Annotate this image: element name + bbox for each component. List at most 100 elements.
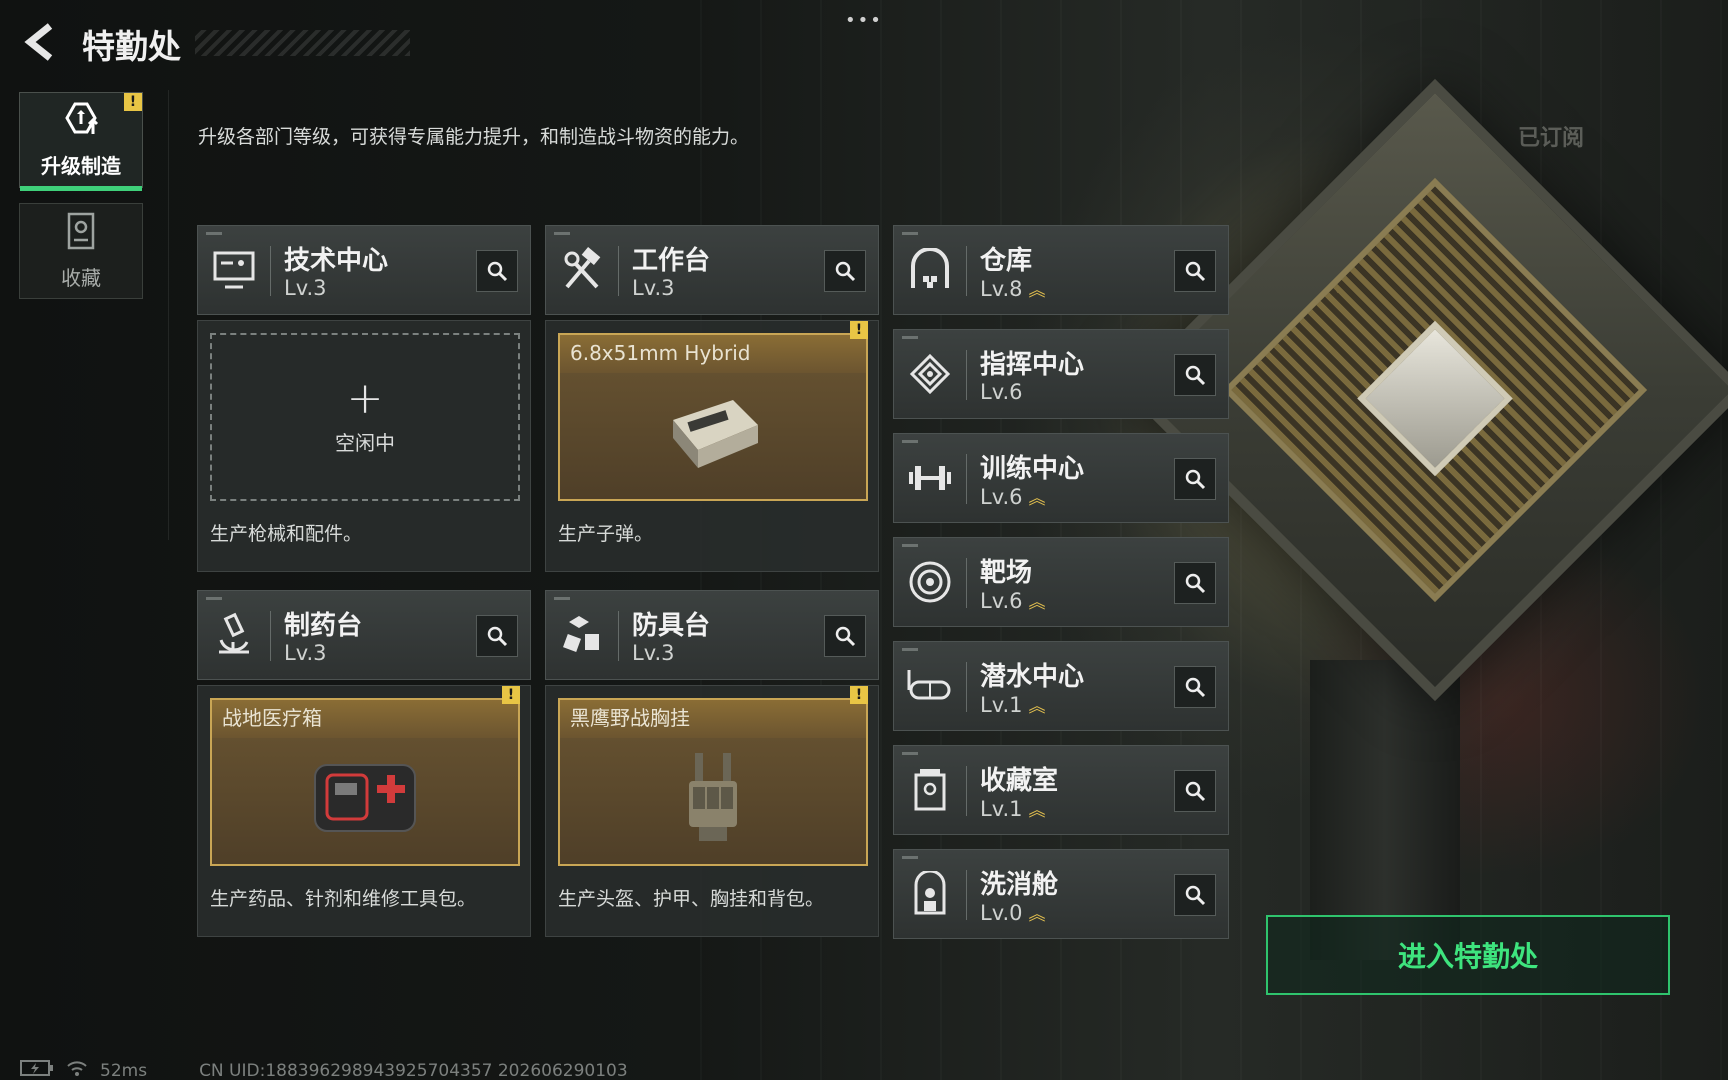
department-name: 仓库	[980, 246, 1033, 276]
sidebar-tab-collection[interactable]: 收藏	[19, 203, 143, 299]
corner-mark	[902, 232, 918, 235]
separator	[966, 246, 967, 296]
workshop-name: 制药台	[284, 611, 363, 641]
decontamination-icon	[904, 868, 956, 920]
page-description: 升级各部门等级，可获得专属能力提升，和制造战斗物资的能力。	[198, 126, 750, 148]
corner-mark	[554, 232, 570, 235]
inspect-button[interactable]	[1174, 458, 1216, 500]
upgrade-available-icon: ︽	[1028, 905, 1046, 925]
department-training-center[interactable]: 训练中心 Lv.6 ︽	[893, 433, 1229, 523]
enter-special-ops-button[interactable]: 进入特勤处	[1266, 915, 1670, 995]
microscope-icon	[208, 609, 260, 661]
workshop-pharmacy-body: 战地医疗箱 ! 生产药品、针剂和维修工具包。	[197, 685, 531, 937]
upgrade-available-icon: ︽	[1028, 801, 1046, 821]
warning-badge: !	[502, 686, 520, 704]
search-icon	[487, 261, 508, 282]
corner-mark	[902, 544, 918, 547]
corner-mark	[206, 597, 222, 600]
title-decoration	[195, 30, 410, 56]
slot-status: 空闲中	[335, 430, 395, 455]
workshop-level: Lv.3	[284, 641, 327, 665]
idle-production-slot[interactable]: + 空闲中	[210, 333, 520, 501]
inspect-button[interactable]	[1174, 354, 1216, 396]
item-name: 6.8x51mm Hybrid	[560, 335, 866, 373]
department-level: Lv.1 ︽	[980, 797, 1046, 821]
search-icon	[487, 626, 508, 647]
search-icon	[1185, 261, 1206, 282]
inspect-button[interactable]	[476, 250, 518, 292]
workshop-tech-center-header[interactable]: 技术中心 Lv.3	[197, 225, 531, 315]
search-icon	[1185, 573, 1206, 594]
department-name: 潜水中心	[980, 662, 1085, 692]
separator	[966, 558, 967, 608]
workshop-description: 生产头盔、护甲、胸挂和背包。	[558, 888, 825, 910]
department-level: Lv.6	[980, 380, 1023, 404]
more-menu-button[interactable]: •••	[845, 10, 883, 31]
separator	[270, 611, 271, 661]
separator	[966, 766, 967, 816]
sidebar-tab-upgrade-craft[interactable]: 升级制造 !	[19, 92, 143, 191]
upgrade-available-icon: ︽	[1028, 489, 1046, 509]
production-item-slot[interactable]: 黑鹰野战胸挂	[558, 698, 868, 866]
plus-icon: +	[346, 372, 384, 424]
workshop-pharmacy-header[interactable]: 制药台 Lv.3	[197, 590, 531, 680]
status-footer: 52ms CN UID:188396298943925704357 202606…	[20, 1060, 628, 1080]
inspect-button[interactable]	[1174, 666, 1216, 708]
department-command-center[interactable]: 指挥中心 Lv.6	[893, 329, 1229, 419]
department-level: Lv.8 ︽	[980, 277, 1046, 301]
workshop-tech-center-body: + 空闲中 生产枪械和配件。	[197, 320, 531, 572]
subscribed-label: 已订阅	[1518, 126, 1585, 151]
search-icon	[1185, 885, 1206, 906]
department-level: Lv.0 ︽	[980, 901, 1046, 925]
separator	[618, 246, 619, 296]
separator	[966, 870, 967, 920]
production-item-slot[interactable]: 战地医疗箱	[210, 698, 520, 866]
department-trophy-room[interactable]: 收藏室 Lv.1 ︽	[893, 745, 1229, 835]
workshop-level: Lv.3	[632, 641, 675, 665]
department-name: 指挥中心	[980, 350, 1085, 380]
separator	[966, 454, 967, 504]
inspect-button[interactable]	[1174, 250, 1216, 292]
item-name: 黑鹰野战胸挂	[560, 700, 866, 738]
page-title: 特勤处	[82, 27, 181, 66]
chevron-left-icon	[24, 23, 53, 61]
monitor-icon	[208, 244, 260, 296]
collection-icon	[66, 212, 96, 254]
workshop-workbench-header[interactable]: 工作台 Lv.3	[545, 225, 879, 315]
department-diving-center[interactable]: 潜水中心 Lv.1 ︽	[893, 641, 1229, 731]
inspect-button[interactable]	[1174, 562, 1216, 604]
inspect-button[interactable]	[1174, 874, 1216, 916]
department-decontamination[interactable]: 洗消舱 Lv.0 ︽	[893, 849, 1229, 939]
workshop-armor-body: 黑鹰野战胸挂 ! 生产头盔、护甲、胸挂和背包。	[545, 685, 879, 937]
search-icon	[835, 261, 856, 282]
corner-mark	[902, 440, 918, 443]
production-item-slot[interactable]: 6.8x51mm Hybrid	[558, 333, 868, 501]
divider	[168, 90, 169, 540]
upgrade-available-icon: ︽	[1028, 593, 1046, 613]
workshop-level: Lv.3	[632, 276, 675, 300]
inspect-button[interactable]	[1174, 770, 1216, 812]
warning-badge: !	[850, 321, 868, 339]
inspect-button[interactable]	[476, 615, 518, 657]
chip-icon	[904, 348, 956, 400]
search-icon	[835, 626, 856, 647]
upgrade-available-icon: ︽	[1028, 697, 1046, 717]
chest-rig-icon	[673, 745, 753, 859]
upgrade-available-icon: ︽	[1028, 281, 1046, 301]
inspect-button[interactable]	[824, 250, 866, 292]
workshop-armor-header[interactable]: 防具台 Lv.3	[545, 590, 879, 680]
department-shooting-range[interactable]: 靶场 Lv.6 ︽	[893, 537, 1229, 627]
department-warehouse[interactable]: 仓库 Lv.8 ︽	[893, 225, 1229, 315]
search-icon	[1185, 677, 1206, 698]
department-name: 洗消舱	[980, 870, 1059, 900]
machine-core	[1357, 320, 1513, 477]
sidebar-tab-label: 收藏	[61, 265, 101, 290]
inspect-button[interactable]	[824, 615, 866, 657]
armor-parts-icon	[556, 609, 608, 661]
separator	[966, 350, 967, 400]
corner-mark	[206, 232, 222, 235]
back-button[interactable]	[20, 20, 60, 64]
battery-icon	[20, 1060, 54, 1080]
department-name: 靶场	[980, 558, 1033, 588]
department-name: 训练中心	[980, 454, 1085, 484]
